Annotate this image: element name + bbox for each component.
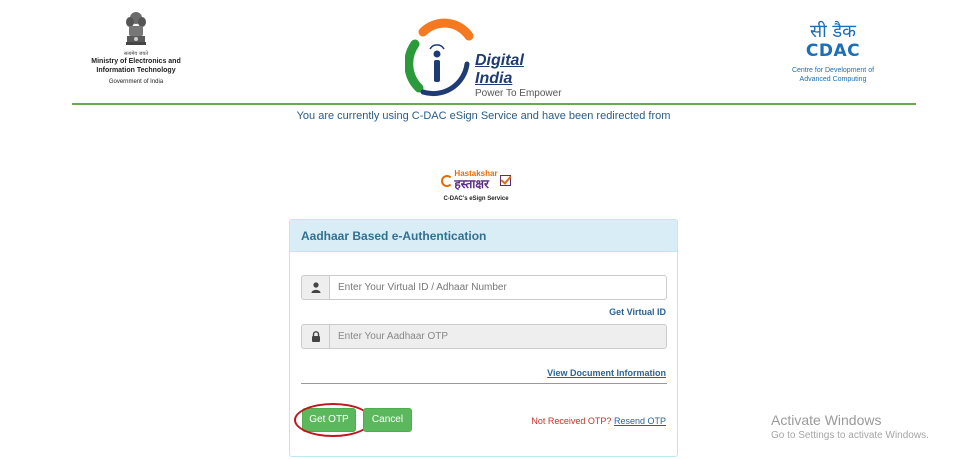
meity-logo: सत्यमेव जयते Ministry of Electronics and… bbox=[88, 10, 184, 86]
cdac-desc-line1: Centre for Development of bbox=[791, 67, 875, 74]
esign-service-caption: C-DAC's eSign Service bbox=[443, 196, 509, 202]
activate-windows-watermark: Activate Windows Go to Settings to activ… bbox=[771, 412, 929, 441]
otp-input[interactable] bbox=[329, 324, 667, 349]
lock-icon bbox=[301, 324, 329, 349]
watermark-subtitle: Go to Settings to activate Windows. bbox=[771, 430, 929, 441]
hastakshar-hindi: हस्ताक्षर bbox=[454, 177, 489, 191]
ministry-name-line1: Ministry of Electronics and bbox=[91, 58, 181, 65]
cdac-hindi-name: सी डैक bbox=[809, 21, 856, 42]
cdac-latin-name: CDAC bbox=[805, 41, 861, 61]
hastakshar-swoosh-icon bbox=[441, 174, 454, 187]
cancel-button[interactable]: Cancel bbox=[363, 408, 412, 432]
digital-india-mark-icon bbox=[405, 18, 474, 97]
resend-otp-link[interactable]: Resend OTP bbox=[614, 416, 666, 426]
user-icon bbox=[301, 275, 329, 300]
aadhaar-id-group bbox=[301, 275, 667, 300]
otp-group bbox=[301, 324, 667, 349]
otp-resend-row: Not Received OTP? Resend OTP bbox=[531, 416, 666, 426]
view-document-info-link[interactable]: View Document Information bbox=[547, 368, 666, 378]
emblem-motto: सत्यमेव जयते bbox=[123, 51, 149, 57]
aadhaar-id-input[interactable] bbox=[329, 275, 667, 300]
get-virtual-id-link[interactable]: Get Virtual ID bbox=[609, 307, 666, 317]
emblem-icon bbox=[126, 12, 146, 45]
cdac-logo: सी डैक CDAC Centre for Development of Ad… bbox=[783, 22, 883, 84]
highlight-ring bbox=[294, 403, 372, 437]
get-otp-button[interactable]: Get OTP bbox=[294, 403, 372, 437]
checkbox-tick-icon bbox=[499, 175, 511, 186]
digital-india-title: Digital India bbox=[475, 52, 524, 87]
digital-india-tagline: Power To Empower bbox=[475, 88, 562, 99]
header-divider bbox=[72, 103, 916, 105]
not-received-label: Not Received OTP? bbox=[531, 416, 612, 426]
auth-panel: Aadhaar Based e-Authentication Get Virtu… bbox=[289, 219, 678, 457]
ministry-name-line2: Information Technology bbox=[96, 67, 176, 74]
hastakshar-logo: Hastakshar हस्ताक्षर C-DAC's eSign Servi… bbox=[434, 170, 518, 202]
government-label: Government of India bbox=[108, 79, 164, 85]
panel-title: Aadhaar Based e-Authentication bbox=[290, 220, 677, 252]
digital-india-logo: Digital India Power To Empower bbox=[405, 14, 565, 99]
panel-divider bbox=[301, 383, 667, 384]
watermark-title: Activate Windows bbox=[771, 412, 882, 428]
cdac-desc-line2: Advanced Computing bbox=[799, 76, 867, 83]
redirect-notice: You are currently using C-DAC eSign Serv… bbox=[296, 110, 671, 122]
